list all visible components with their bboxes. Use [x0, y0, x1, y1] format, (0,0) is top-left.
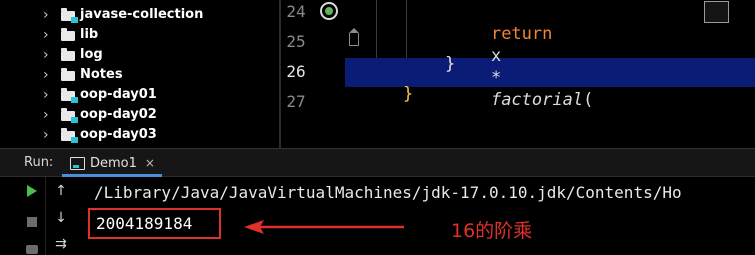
closing-brace-matched: } — [402, 84, 414, 104]
scroll-down-button[interactable]: ↓ — [51, 208, 71, 228]
console-window-icon — [70, 156, 85, 170]
chevron-right-icon[interactable]: › — [43, 25, 49, 45]
chevron-right-icon[interactable]: › — [43, 105, 49, 125]
tree-item-lib[interactable]: › lib — [0, 25, 279, 45]
chevron-right-icon[interactable]: › — [43, 5, 49, 25]
tree-item-log[interactable]: › log — [0, 45, 279, 65]
tree-item-oop-day02[interactable]: › oop-day02 — [0, 105, 279, 125]
tree-item-javase-collection[interactable]: › javase-collection — [0, 5, 279, 25]
camera-icon — [26, 244, 38, 254]
chevron-right-icon[interactable]: › — [43, 85, 49, 105]
run-toolbar: ↑ ↓ ⇉ — [0, 177, 79, 255]
stop-button[interactable] — [22, 212, 42, 232]
tree-item-label: log — [80, 47, 103, 62]
tree-item-notes[interactable]: › Notes — [0, 65, 279, 85]
tree-item-label: oop-day03 — [80, 127, 157, 142]
run-tab-demo1[interactable]: Demo1 × — [62, 149, 163, 177]
tree-item-label: oop-day02 — [80, 107, 157, 122]
tree-item-label: oop-day01 — [80, 87, 157, 102]
rerun-button[interactable] — [22, 181, 42, 201]
play-icon — [27, 185, 37, 197]
module-folder-icon — [61, 128, 78, 143]
result-highlight-box: 2004189184 — [88, 208, 221, 239]
annotation-arrow — [244, 220, 404, 234]
tree-item-label: javase-collection — [80, 7, 204, 22]
scroll-up-button[interactable]: ↑ — [51, 181, 71, 201]
code-line-24-args: x - — [714, 1, 755, 89]
stop-icon — [27, 217, 37, 227]
run-label: Run: — [24, 155, 54, 170]
folder-icon — [61, 68, 76, 81]
line-number: 25 — [286, 32, 306, 51]
soft-wrap-icon: ⇉ — [55, 236, 67, 252]
chevron-right-icon[interactable]: › — [43, 45, 49, 65]
closing-brace: } — [444, 54, 456, 74]
module-folder-icon — [61, 8, 78, 23]
screenshot-button[interactable] — [22, 239, 42, 255]
soft-wrap-button[interactable]: ⇉ — [51, 234, 71, 254]
code-editor[interactable]: 24 25 26 27 return x * factorial( x - } … — [281, 0, 755, 148]
tree-item-oop-day03[interactable]: › oop-day03 — [0, 125, 279, 145]
operator: * — [490, 68, 502, 88]
module-folder-icon — [61, 108, 78, 123]
line-number-current: 26 — [286, 62, 306, 81]
project-tree: › javase-collection › lib › log › Notes … — [0, 0, 279, 148]
paren: ( — [583, 90, 594, 110]
run-tab-label: Demo1 — [90, 155, 137, 171]
console-output[interactable]: /Library/Java/JavaVirtualMachines/jdk-17… — [79, 177, 755, 255]
chevron-right-icon[interactable]: › — [43, 65, 49, 85]
fold-marker-icon[interactable] — [349, 28, 359, 46]
console-command-line: /Library/Java/JavaVirtualMachines/jdk-17… — [94, 183, 682, 202]
toolbar-separator — [45, 177, 46, 255]
run-tool-window-header: Run: Demo1 × — [0, 148, 755, 177]
recursive-call-gutter-icon[interactable] — [320, 2, 338, 20]
module-folder-icon — [61, 88, 78, 103]
keyword-return: return — [490, 24, 553, 44]
annotation-label: 16的阶乘 — [451, 220, 533, 242]
tree-item-label: lib — [80, 27, 99, 42]
close-icon[interactable]: × — [145, 156, 155, 170]
tree-item-label: Notes — [80, 67, 123, 82]
identifier: x — [490, 46, 502, 66]
folder-icon — [61, 28, 76, 41]
tree-item-oop-day01[interactable]: › oop-day01 — [0, 85, 279, 105]
console-result: 2004189184 — [96, 214, 193, 233]
method-call: factorial — [490, 90, 584, 110]
folder-icon — [61, 48, 76, 61]
chevron-right-icon[interactable]: › — [43, 125, 49, 145]
arrow-up-icon: ↑ — [55, 183, 67, 199]
code-line-24: return x * factorial( — [450, 1, 593, 133]
indent-guide — [376, 0, 377, 58]
code-line-26: } — [362, 61, 413, 127]
arrow-down-icon: ↓ — [55, 210, 67, 226]
line-number: 24 — [286, 2, 306, 21]
line-number: 27 — [286, 92, 306, 111]
